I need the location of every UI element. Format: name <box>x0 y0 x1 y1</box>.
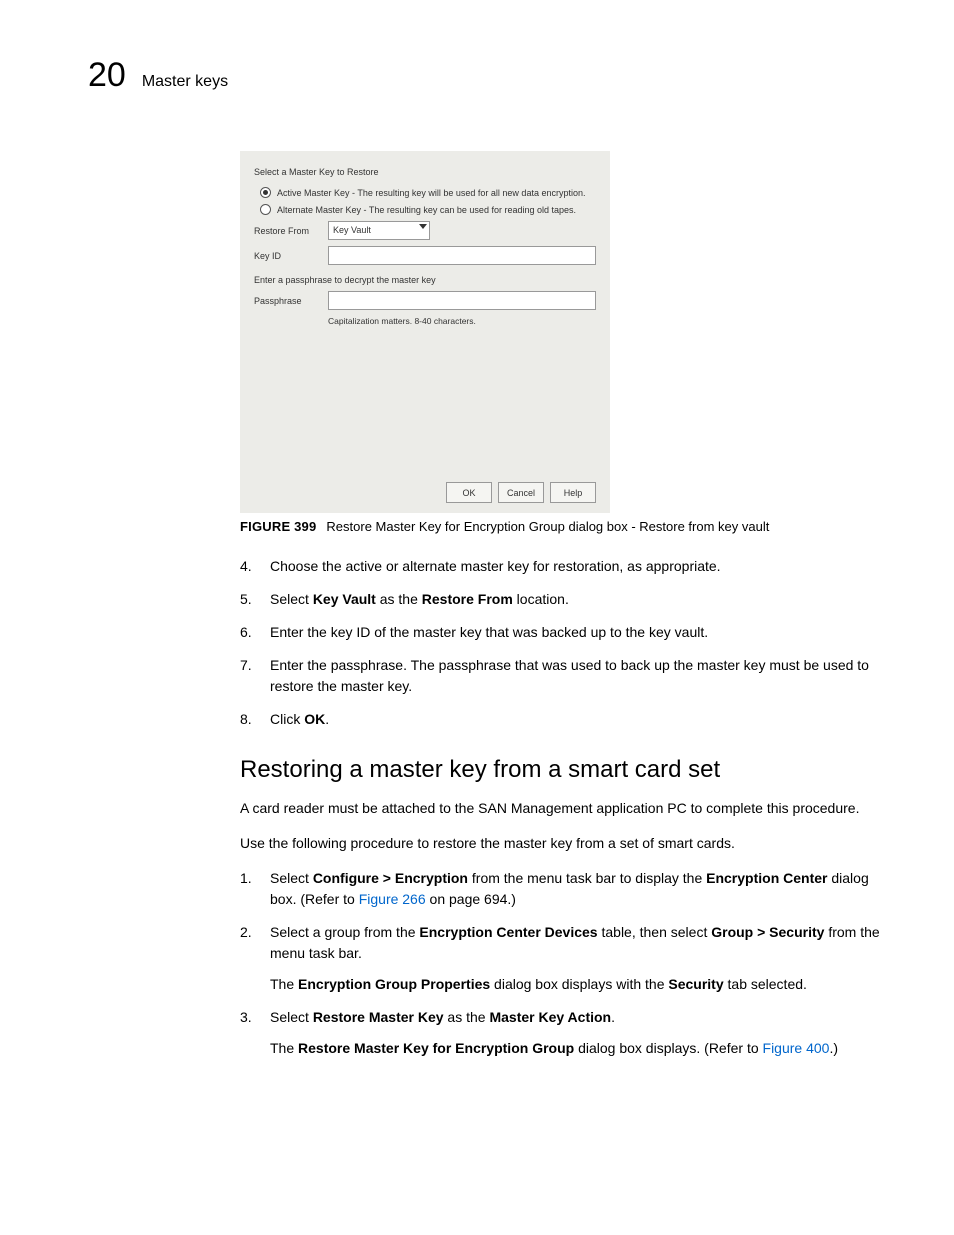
step-text: Enter the passphrase. The passphrase tha… <box>270 655 884 697</box>
figure-text: Restore Master Key for Encryption Group … <box>326 519 769 534</box>
step-number: 4. <box>240 556 258 577</box>
step-text: Choose the active or alternate master ke… <box>270 556 721 577</box>
radio-selected-icon <box>260 187 271 198</box>
passphrase-hint: Capitalization matters. 8-40 characters. <box>328 316 596 326</box>
key-id-input[interactable] <box>328 246 596 265</box>
cancel-button[interactable]: Cancel <box>498 482 544 503</box>
dialog-title: Select a Master Key to Restore <box>254 167 596 177</box>
section-title: Master keys <box>142 73 228 91</box>
passphrase-label: Passphrase <box>254 296 328 306</box>
step-body: Select a group from the Encryption Cente… <box>270 922 884 995</box>
step-text: Enter the key ID of the master key that … <box>270 622 708 643</box>
step-number: 8. <box>240 709 258 730</box>
step-number: 7. <box>240 655 258 697</box>
chapter-number: 20 <box>88 56 126 95</box>
step-1: 1. Select Configure > Encryption from th… <box>240 868 884 910</box>
step-text: Select Configure > Encryption from the m… <box>270 868 884 910</box>
help-button[interactable]: Help <box>550 482 596 503</box>
paragraph: Use the following procedure to restore t… <box>240 833 884 854</box>
steps-list-b: 1. Select Configure > Encryption from th… <box>240 868 884 1059</box>
radio-unselected-icon <box>260 204 271 215</box>
chevron-down-icon <box>419 224 427 229</box>
step-subtext: The Restore Master Key for Encryption Gr… <box>270 1038 838 1059</box>
step-2: 2. Select a group from the Encryption Ce… <box>240 922 884 995</box>
steps-list-a: 4. Choose the active or alternate master… <box>240 556 884 730</box>
step-text: Select a group from the Encryption Cente… <box>270 922 884 964</box>
step-8: 8. Click OK. <box>240 709 884 730</box>
active-master-key-radio[interactable]: Active Master Key - The resulting key wi… <box>260 187 596 198</box>
step-text: Click OK. <box>270 709 329 730</box>
step-7: 7. Enter the passphrase. The passphrase … <box>240 655 884 697</box>
passphrase-intro: Enter a passphrase to decrypt the master… <box>254 275 596 285</box>
figure-caption: FIGURE 399 Restore Master Key for Encrypt… <box>240 519 884 534</box>
section-heading: Restoring a master key from a smart card… <box>240 756 884 784</box>
ok-button[interactable]: OK <box>446 482 492 503</box>
select-value: Key Vault <box>329 225 371 235</box>
step-number: 5. <box>240 589 258 610</box>
figure-number: FIGURE 399 <box>240 519 316 534</box>
step-3: 3. Select Restore Master Key as the Mast… <box>240 1007 884 1059</box>
figure-link[interactable]: Figure 400 <box>763 1040 830 1056</box>
restore-from-label: Restore From <box>254 226 328 236</box>
key-id-label: Key ID <box>254 251 328 261</box>
step-number: 6. <box>240 622 258 643</box>
passphrase-input[interactable] <box>328 291 596 310</box>
paragraph: A card reader must be attached to the SA… <box>240 798 884 819</box>
step-number: 3. <box>240 1007 258 1059</box>
step-body: Select Restore Master Key as the Master … <box>270 1007 838 1059</box>
step-subtext: The Encryption Group Properties dialog b… <box>270 974 884 995</box>
restore-master-key-dialog-figure: Select a Master Key to Restore Active Ma… <box>240 151 610 513</box>
radio-label: Alternate Master Key - The resulting key… <box>277 205 576 215</box>
radio-label: Active Master Key - The resulting key wi… <box>277 188 585 198</box>
page-header: 20 Master keys <box>88 56 884 95</box>
alternate-master-key-radio[interactable]: Alternate Master Key - The resulting key… <box>260 204 596 215</box>
figure-link[interactable]: Figure 266 <box>359 891 426 907</box>
restore-from-select[interactable]: Key Vault <box>328 221 430 240</box>
step-4: 4. Choose the active or alternate master… <box>240 556 884 577</box>
step-text: Select Key Vault as the Restore From loc… <box>270 589 569 610</box>
step-number: 1. <box>240 868 258 910</box>
step-6: 6. Enter the key ID of the master key th… <box>240 622 884 643</box>
step-text: Select Restore Master Key as the Master … <box>270 1007 838 1028</box>
step-5: 5. Select Key Vault as the Restore From … <box>240 589 884 610</box>
step-number: 2. <box>240 922 258 995</box>
